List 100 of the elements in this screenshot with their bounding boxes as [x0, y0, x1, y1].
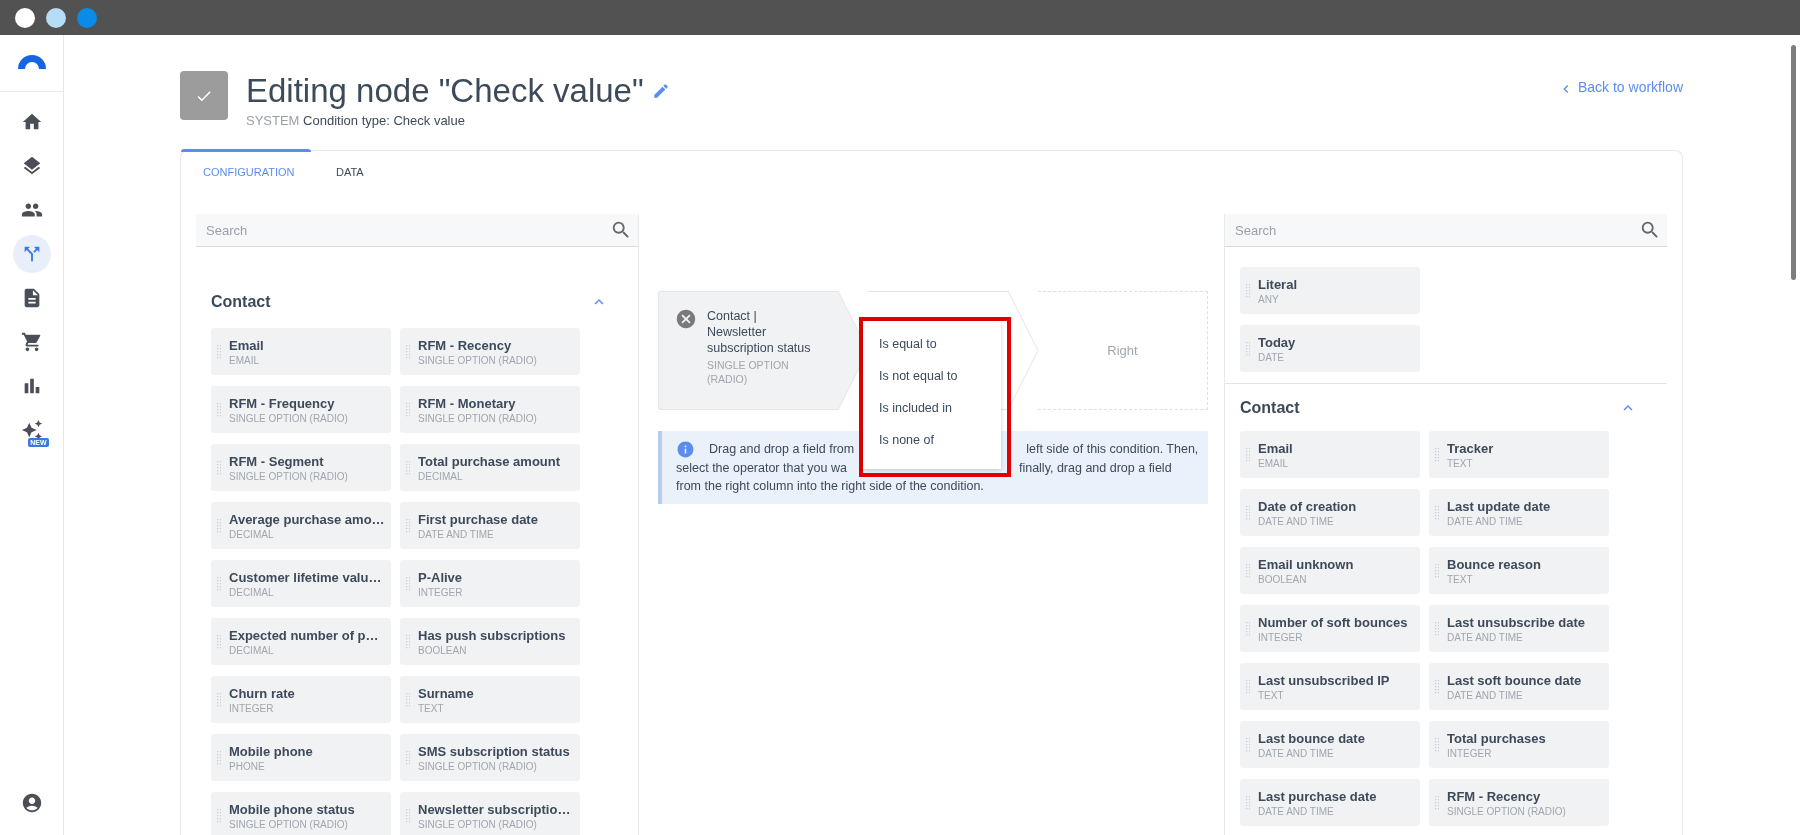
drag-handle-icon[interactable]: [1435, 679, 1439, 694]
field-card[interactable]: Newsletter subscriptio… SINGLE OPTION (RADIO): [400, 792, 580, 835]
menu-item[interactable]: Is included in: [879, 399, 1001, 418]
drag-handle-icon[interactable]: [406, 460, 410, 475]
field-name: Last bounce date: [1258, 730, 1365, 746]
drag-handle-icon[interactable]: [217, 518, 221, 533]
field-card[interactable]: Customer lifetime valu… DECIMAL: [211, 560, 391, 607]
field-card[interactable]: Mobile phone status SINGLE OPTION (RADIO): [211, 792, 391, 835]
field-card[interactable]: RFM - Recency SINGLE OPTION (RADIO): [400, 328, 580, 375]
drag-handle-icon[interactable]: [1246, 621, 1250, 636]
drag-handle-icon[interactable]: [217, 634, 221, 649]
drag-handle-icon[interactable]: [406, 808, 410, 823]
field-card[interactable]: Literal ANY: [1240, 267, 1420, 314]
field-type: DATE AND TIME: [1258, 805, 1335, 817]
field-card[interactable]: Total purchases INTEGER: [1429, 721, 1609, 768]
drag-handle-icon[interactable]: [217, 750, 221, 765]
field-card[interactable]: RFM - Recency SINGLE OPTION (RADIO): [1429, 779, 1609, 826]
info-icon: [676, 440, 695, 459]
field-type: INTEGER: [418, 586, 463, 598]
field-card[interactable]: Last update date DATE AND TIME: [1429, 489, 1609, 536]
field-card[interactable]: Surname TEXT: [400, 676, 580, 723]
field-card[interactable]: Number of soft bounces INTEGER: [1240, 605, 1420, 652]
drag-handle-icon[interactable]: [1435, 447, 1439, 462]
drag-handle-icon[interactable]: [1435, 621, 1439, 636]
field-type: DECIMAL: [418, 470, 464, 482]
field-card[interactable]: RFM - Segment SINGLE OPTION (RADIO): [211, 444, 391, 491]
window-control-icon[interactable]: [15, 7, 35, 28]
field-type: SINGLE OPTION (RADIO): [418, 818, 538, 830]
field-name: Expected number of p…: [229, 627, 379, 643]
drag-handle-icon[interactable]: [1246, 679, 1250, 694]
drag-handle-icon[interactable]: [406, 518, 410, 533]
field-card[interactable]: Last unsubscribed IP TEXT: [1240, 663, 1420, 710]
section-title: Contact: [211, 293, 271, 311]
drag-handle-icon[interactable]: [1435, 505, 1439, 520]
tab[interactable]: DATA: [311, 149, 364, 191]
field-card[interactable]: Date of creation DATE AND TIME: [1240, 489, 1420, 536]
drag-handle-icon[interactable]: [1435, 737, 1439, 752]
field-card[interactable]: SMS subscription status SINGLE OPTION (RADIO): [400, 734, 580, 781]
field-name: Total purchases: [1447, 730, 1546, 746]
field-card[interactable]: First purchase date DATE AND TIME: [400, 502, 580, 549]
field-card[interactable]: Today DATE: [1240, 325, 1420, 372]
field-card[interactable]: RFM - Monetary SINGLE OPTION (RADIO): [400, 386, 580, 433]
drag-handle-icon[interactable]: [406, 692, 410, 707]
page-subtitle: SYSTEM Condition type: Check value: [246, 113, 466, 128]
field-card[interactable]: Last soft bounce date DATE AND TIME: [1429, 663, 1609, 710]
drag-handle-icon[interactable]: [406, 576, 410, 591]
search-icon[interactable]: [1639, 219, 1661, 241]
field-type: DATE AND TIME: [1258, 515, 1335, 527]
field-card[interactable]: Email unknown BOOLEAN: [1240, 547, 1420, 594]
scrollbar[interactable]: [1791, 45, 1796, 280]
drag-handle-icon[interactable]: [217, 692, 221, 707]
drag-handle-icon[interactable]: [217, 576, 221, 591]
drag-handle-icon[interactable]: [217, 808, 221, 823]
drag-handle-icon[interactable]: [217, 460, 221, 475]
window-control-icon[interactable]: [46, 7, 66, 28]
field-card[interactable]: Email EMAIL: [211, 328, 391, 375]
field-card[interactable]: Total purchase amount DECIMAL: [400, 444, 580, 491]
edit-icon[interactable]: [651, 82, 670, 100]
field-card[interactable]: Last unsubscribe date DATE AND TIME: [1429, 605, 1609, 652]
search-icon[interactable]: [610, 219, 632, 241]
field-card[interactable]: RFM - Frequency SINGLE OPTION (RADIO): [211, 386, 391, 433]
field-card[interactable]: P-Alive INTEGER: [400, 560, 580, 607]
field-name: SMS subscription status: [418, 743, 570, 759]
drag-handle-icon[interactable]: [406, 634, 410, 649]
user-avatar-icon[interactable]: [20, 792, 43, 814]
remove-icon[interactable]: [675, 308, 697, 330]
drag-handle-icon[interactable]: [406, 750, 410, 765]
menu-item[interactable]: Is none of: [879, 431, 1001, 450]
drag-handle-icon[interactable]: [1246, 505, 1250, 520]
field-card[interactable]: Average purchase amo… DECIMAL: [211, 502, 391, 549]
field-type: DATE AND TIME: [1447, 689, 1524, 701]
drag-handle-icon[interactable]: [1246, 447, 1250, 462]
field-card[interactable]: Tracker TEXT: [1429, 431, 1609, 478]
field-card[interactable]: Last bounce date DATE AND TIME: [1240, 721, 1420, 768]
drag-handle-icon[interactable]: [1246, 737, 1250, 752]
field-card[interactable]: Last purchase date DATE AND TIME: [1240, 779, 1420, 826]
drag-handle-icon[interactable]: [1246, 795, 1250, 810]
drag-handle-icon[interactable]: [1435, 563, 1439, 578]
field-card[interactable]: Churn rate INTEGER: [211, 676, 391, 723]
menu-item[interactable]: Is equal to: [879, 335, 1001, 354]
field-type: TEXT: [1447, 457, 1474, 469]
field-type: INTEGER: [1258, 631, 1304, 643]
drag-handle-icon[interactable]: [217, 402, 221, 417]
field-card[interactable]: Has push subscriptions BOOLEAN: [400, 618, 580, 665]
drag-handle-icon[interactable]: [406, 344, 410, 359]
drag-handle-icon[interactable]: [1246, 563, 1250, 578]
drag-handle-icon[interactable]: [1246, 341, 1250, 356]
field-card[interactable]: Email EMAIL: [1240, 431, 1420, 478]
info-text: Drag and drop a field from: [709, 441, 855, 458]
operand-type: SINGLE OPTION (RADIO): [707, 358, 790, 386]
field-card[interactable]: Expected number of p… DECIMAL: [211, 618, 391, 665]
menu-item[interactable]: Is not equal to: [879, 367, 1001, 386]
drag-handle-icon[interactable]: [406, 402, 410, 417]
sidebar-item[interactable]: [12, 235, 51, 273]
field-card[interactable]: Bounce reason TEXT: [1429, 547, 1609, 594]
field-name: Total purchase amount: [418, 453, 561, 469]
drag-handle-icon[interactable]: [1246, 283, 1250, 298]
drag-handle-icon[interactable]: [217, 344, 221, 359]
drag-handle-icon[interactable]: [1435, 795, 1439, 810]
field-card[interactable]: Mobile phone PHONE: [211, 734, 391, 781]
